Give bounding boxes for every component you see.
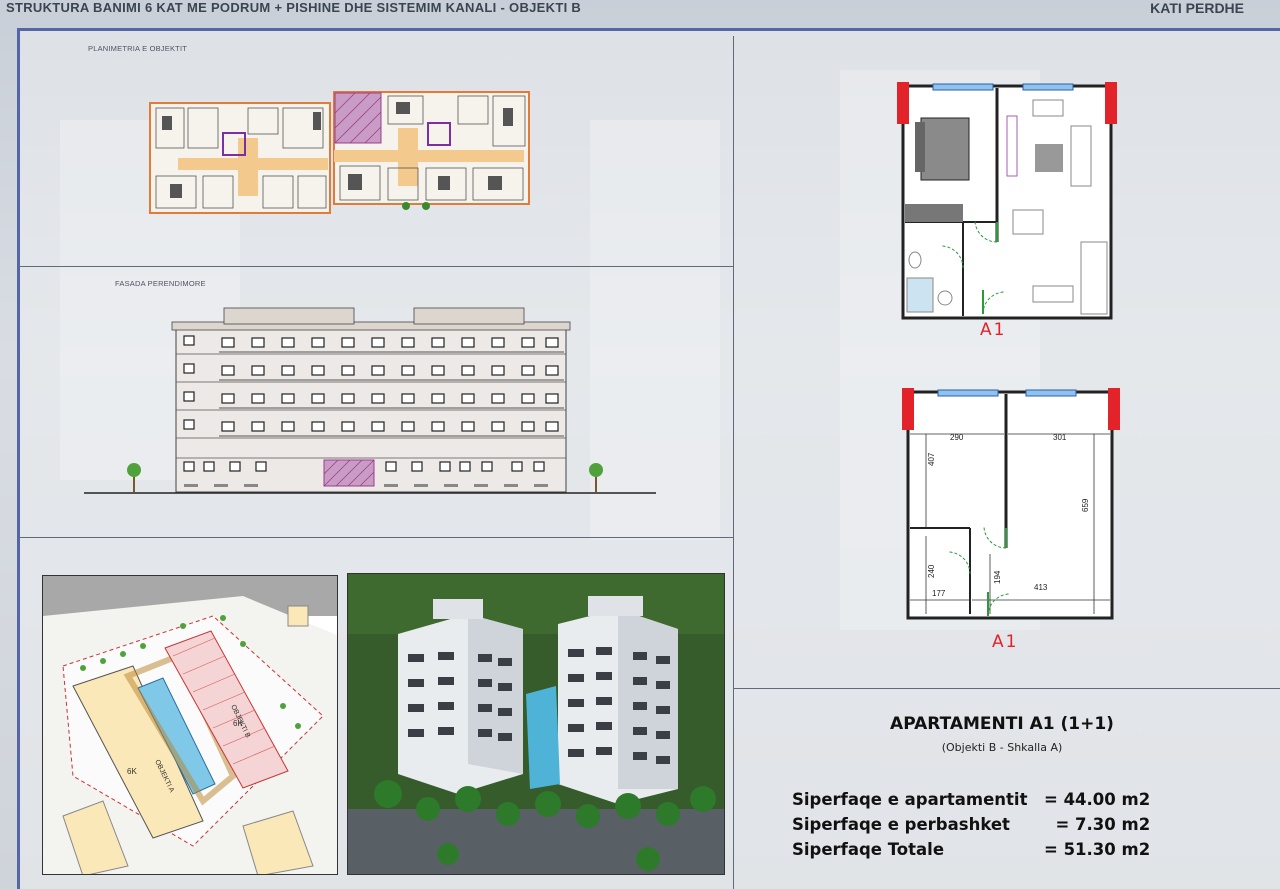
dim-301: 301	[1053, 433, 1067, 442]
divider-horizontal	[18, 266, 733, 267]
dim-659: 659	[1081, 498, 1090, 512]
dim-240: 240	[927, 564, 936, 578]
apartment-title: APARTAMENTI A1 (1+1)	[890, 714, 1114, 734]
dim-290: 290	[950, 433, 964, 442]
area-value: = 51.30 m2	[1044, 840, 1151, 859]
apartment-furnished-plan	[897, 82, 1117, 320]
apartment-dimension-plan: 290 301 407 659 240 194 177 413	[902, 388, 1120, 620]
area-row: Siperfaqe e apartamentit = 44.00 m2	[792, 787, 1150, 812]
area-label: Siperfaqe e perbashket	[792, 815, 1010, 834]
dim-177: 177	[932, 589, 946, 598]
site-plan-panel: OBJEKTI A OBJEKTI B 6K 6K	[42, 575, 338, 875]
floor-title: KATI PERDHE	[1150, 0, 1244, 16]
dim-413: 413	[1034, 583, 1048, 592]
area-label: Siperfaqe e apartamentit	[792, 790, 1028, 809]
area-value: = 7.30 m2	[1044, 815, 1151, 834]
building-b-floors: 6K	[233, 719, 243, 728]
dim-407: 407	[927, 452, 936, 466]
area-value: = 44.00 m2	[1044, 790, 1151, 809]
dim-194: 194	[993, 570, 1002, 584]
area-table: Siperfaqe e apartamentit = 44.00 m2 Sipe…	[792, 787, 1150, 862]
page-title: STRUKTURA BANIMI 6 KAT ME PODRUM + PISHI…	[6, 0, 582, 15]
area-row: Siperfaqe Totale = 51.30 m2	[792, 837, 1150, 862]
render-image	[347, 573, 725, 875]
render-drawing	[348, 574, 724, 874]
divider-vertical	[733, 36, 734, 889]
floor-plan-drawing	[149, 91, 530, 214]
floor-plan-label: PLANIMETRIA E OBJEKTIT	[88, 44, 188, 53]
facade-drawing	[84, 307, 656, 494]
apartment-subtitle: (Objekti B - Shkalla A)	[941, 741, 1063, 754]
plan-label-bottom: A1	[992, 632, 1019, 652]
building-a-floors: 6K	[127, 767, 137, 776]
divider-horizontal	[733, 688, 1280, 689]
facade-label: FASADA PERENDIMORE	[115, 279, 206, 288]
divider-horizontal	[18, 537, 733, 538]
area-label: Siperfaqe Totale	[792, 840, 945, 859]
site-plan-drawing: OBJEKTI A OBJEKTI B 6K 6K	[43, 576, 337, 874]
area-row: Siperfaqe e perbashket = 7.30 m2	[792, 812, 1150, 837]
plan-label-top: A1	[980, 320, 1007, 340]
